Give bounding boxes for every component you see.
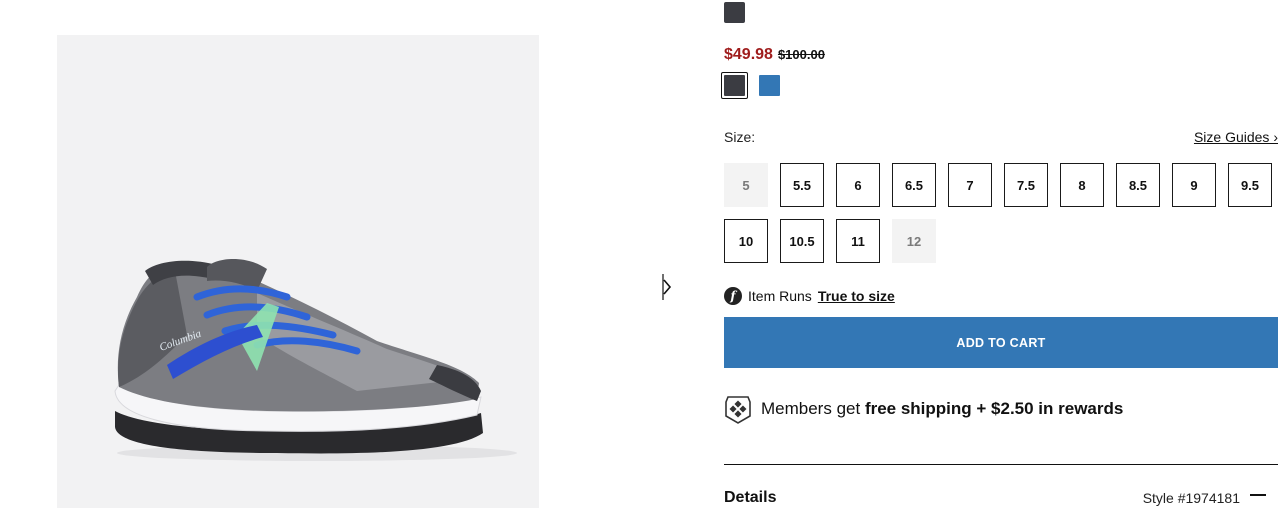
- size-label: Size:: [724, 129, 756, 145]
- add-to-cart-button[interactable]: ADD TO CART: [724, 317, 1278, 368]
- color-swatches: [721, 72, 783, 99]
- details-heading[interactable]: Details: [724, 489, 776, 507]
- size-option[interactable]: 8: [1060, 163, 1104, 207]
- product-info-panel: $49.98 $100.00 Size: Size Guides › 5 5.5 6…: [721, 0, 1278, 508]
- size-option[interactable]: 6: [836, 163, 880, 207]
- fit-prefix: Item Runs: [748, 288, 812, 304]
- size-option[interactable]: 10.5: [780, 219, 824, 263]
- members-highlight: free shipping + $2.50 in rewards: [864, 399, 1124, 418]
- size-option[interactable]: 7: [948, 163, 992, 207]
- original-price: $100.00: [777, 47, 825, 62]
- size-option[interactable]: 8.5: [1116, 163, 1160, 207]
- sale-price: $49.98: [724, 46, 773, 63]
- size-option[interactable]: 5.5: [780, 163, 824, 207]
- members-prefix: Members get: [761, 399, 861, 418]
- style-number: Style #1974181: [1142, 490, 1240, 506]
- size-option[interactable]: 11: [836, 219, 880, 263]
- divider: [724, 464, 1278, 465]
- size-option[interactable]: 5: [724, 163, 768, 207]
- rewards-badge-icon: [725, 396, 751, 424]
- top-color-swatch[interactable]: [724, 2, 745, 23]
- fit-logo-icon: f: [724, 287, 742, 305]
- product-page: Columbia $49.98 $100.00 Size: Size Guide…: [0, 0, 1278, 508]
- color-swatch-blue[interactable]: [756, 72, 783, 99]
- size-option[interactable]: 10: [724, 219, 768, 263]
- size-option[interactable]: 9.5: [1228, 163, 1272, 207]
- product-image[interactable]: Columbia: [57, 35, 539, 508]
- size-guides-link[interactable]: Size Guides ›: [1194, 129, 1278, 145]
- members-rewards: Members get free shipping + $2.50 in rew…: [724, 394, 1123, 424]
- shoe-illustration: Columbia: [114, 259, 517, 461]
- chevron-right-icon: [662, 274, 672, 300]
- price: $49.98 $100.00: [724, 46, 825, 64]
- color-swatch-grey[interactable]: [721, 72, 748, 99]
- fit-indicator: f Item Runs True to size: [724, 287, 895, 305]
- size-option[interactable]: 7.5: [1004, 163, 1048, 207]
- carousel-next-button[interactable]: [660, 272, 676, 302]
- fit-value-link[interactable]: True to size: [818, 288, 895, 304]
- size-option[interactable]: 12: [892, 219, 936, 263]
- size-option[interactable]: 6.5: [892, 163, 936, 207]
- collapse-icon[interactable]: [1250, 494, 1266, 496]
- size-option[interactable]: 9: [1172, 163, 1216, 207]
